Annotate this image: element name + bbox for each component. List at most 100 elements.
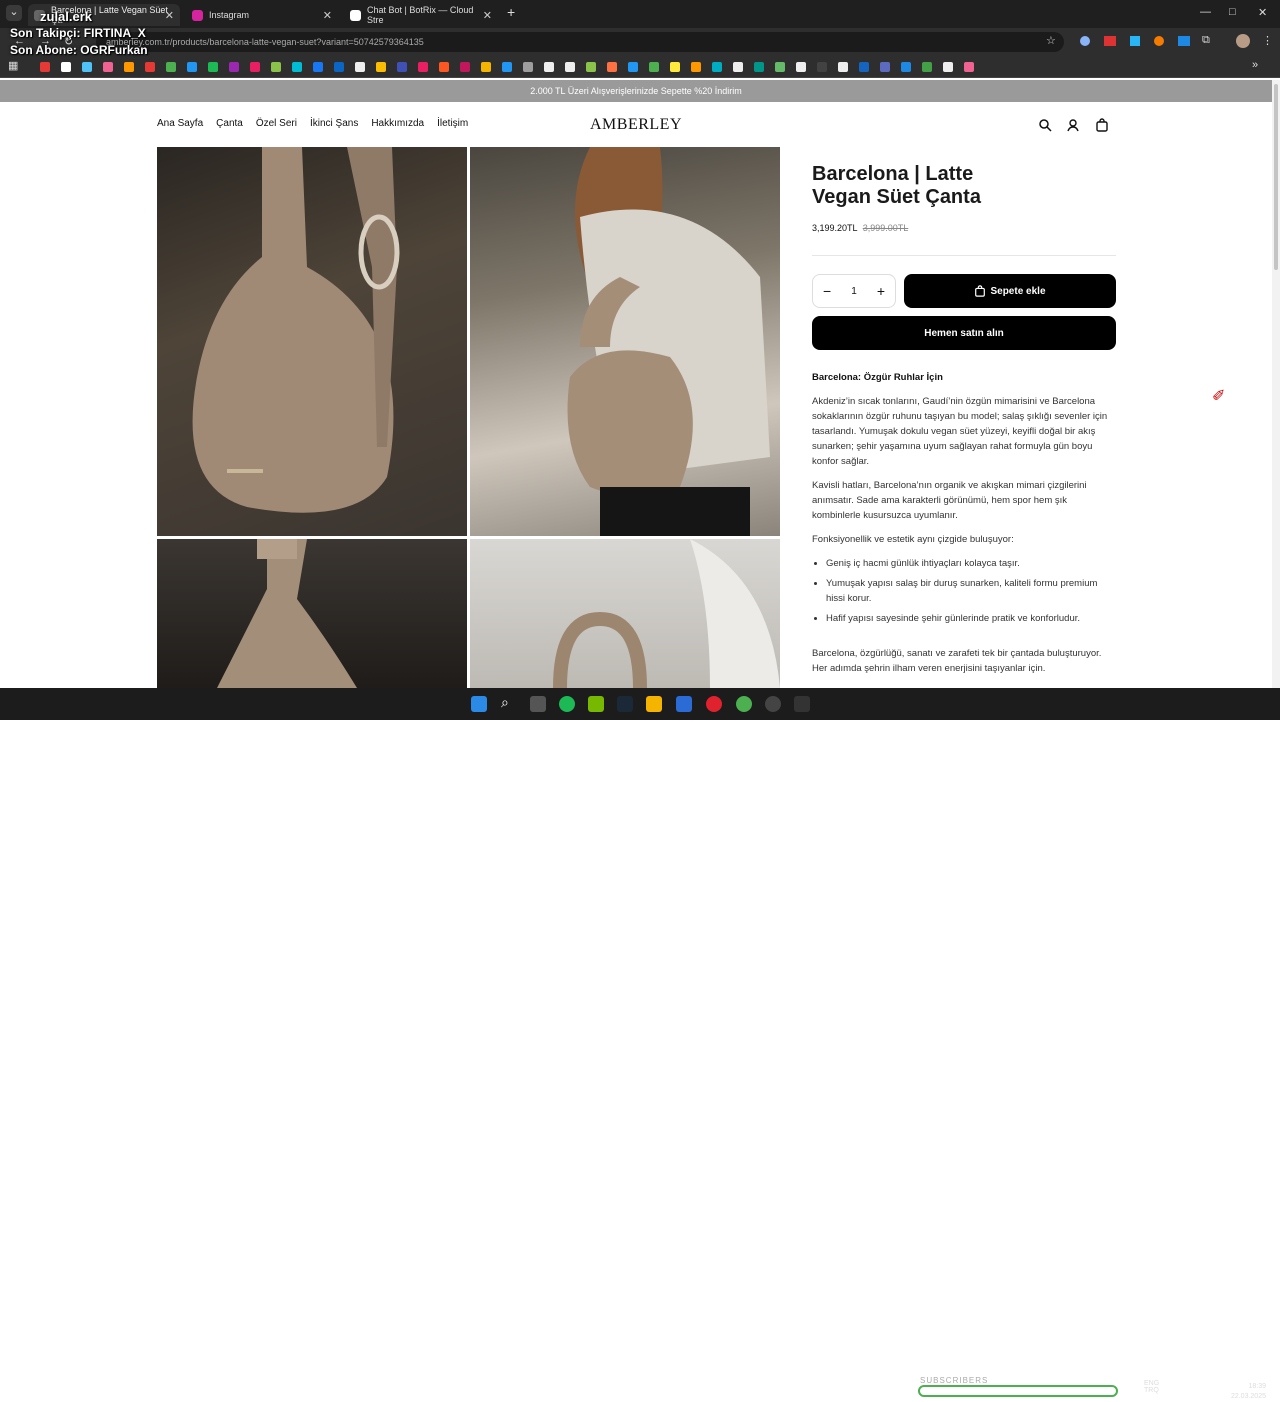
spotify-icon[interactable]	[559, 696, 575, 712]
steam-icon[interactable]	[617, 696, 633, 712]
bookmark-favicon-icon[interactable]	[376, 62, 386, 72]
bookmark-favicon-icon[interactable]	[607, 62, 617, 72]
bookmark-favicon-icon[interactable]	[124, 62, 134, 72]
site-logo[interactable]: AMBERLEY	[0, 116, 1272, 134]
product-photo-3[interactable]	[157, 539, 467, 688]
bookmark-favicon-icon[interactable]	[775, 62, 785, 72]
bookmark-favicon-icon[interactable]	[838, 62, 848, 72]
bookmark-favicon-icon[interactable]	[61, 62, 71, 72]
bookmark-favicon-icon[interactable]	[166, 62, 176, 72]
bookmark-favicon-icon[interactable]	[754, 62, 764, 72]
tab-instagram[interactable]: Instagram ✕	[186, 4, 338, 26]
bookmark-favicon-icon[interactable]	[523, 62, 533, 72]
extension-icon[interactable]	[1080, 36, 1090, 46]
nvidia-icon[interactable]	[588, 696, 604, 712]
bookmark-favicon-icon[interactable]	[733, 62, 743, 72]
bookmark-favicon-icon[interactable]	[40, 62, 50, 72]
scrollbar-thumb[interactable]	[1274, 84, 1278, 270]
close-tab-icon[interactable]: ✕	[483, 9, 492, 22]
bag-detail-illustration	[553, 539, 780, 688]
tab-botrix[interactable]: Chat Bot | BotRix — Cloud Stre ✕	[344, 4, 498, 26]
extension-icon[interactable]	[1130, 36, 1140, 46]
bookmark-favicon-icon[interactable]	[292, 62, 302, 72]
file-explorer-icon[interactable]	[646, 696, 662, 712]
product-photo-1[interactable]	[157, 147, 467, 536]
bookmark-favicon-icon[interactable]	[544, 62, 554, 72]
extension-icon[interactable]	[1178, 36, 1190, 46]
add-to-cart-button[interactable]: Sepete ekle	[904, 274, 1116, 308]
last-subscriber: Son Abone: OGRFurkan	[10, 43, 148, 57]
app-icon[interactable]	[706, 696, 722, 712]
bookmark-star-icon[interactable]: ☆	[1046, 34, 1056, 47]
bookmark-favicon-icon[interactable]	[271, 62, 281, 72]
new-tab-icon[interactable]: +	[507, 4, 515, 20]
floating-widget-icon[interactable]: ✐	[1212, 386, 1225, 406]
bookmark-favicon-icon[interactable]	[649, 62, 659, 72]
bookmark-favicon-icon[interactable]	[922, 62, 932, 72]
product-photo-4[interactable]	[470, 539, 780, 688]
store-icon[interactable]	[676, 696, 692, 712]
cart-icon[interactable]	[1095, 118, 1109, 132]
bookmark-favicon-icon[interactable]	[817, 62, 827, 72]
bookmark-favicon-icon[interactable]	[355, 62, 365, 72]
avatar[interactable]	[1236, 34, 1250, 48]
bookmark-favicon-icon[interactable]	[880, 62, 890, 72]
bookmark-favicon-icon[interactable]	[208, 62, 218, 72]
chrome-icon[interactable]	[736, 696, 752, 712]
account-icon[interactable]	[1066, 118, 1080, 132]
bookmark-favicon-icon[interactable]	[229, 62, 239, 72]
bookmark-favicon-icon[interactable]	[460, 62, 470, 72]
bookmark-favicon-icon[interactable]	[313, 62, 323, 72]
url-input[interactable]: amberley.com.tr/products/barcelona-latte…	[96, 32, 1064, 52]
close-window-icon[interactable]: ✕	[1258, 6, 1267, 19]
quantity-value[interactable]: 1	[851, 286, 857, 297]
app-icon[interactable]	[794, 696, 810, 712]
search-icon[interactable]	[1038, 118, 1052, 132]
system-clock[interactable]: 18:39 22.03.2025	[1231, 1382, 1266, 1402]
bookmark-favicon-icon[interactable]	[418, 62, 428, 72]
task-view-icon[interactable]	[530, 696, 546, 712]
more-bookmarks-icon[interactable]: »	[1252, 59, 1258, 71]
bookmark-favicon-icon[interactable]	[796, 62, 806, 72]
scrollbar[interactable]	[1272, 80, 1280, 688]
close-tab-icon[interactable]: ✕	[165, 9, 174, 22]
close-tab-icon[interactable]: ✕	[323, 9, 332, 22]
search-icon[interactable]: ⌕	[501, 694, 517, 710]
region-indicator[interactable]: TRQ	[1144, 1387, 1159, 1394]
bookmark-favicon-icon[interactable]	[145, 62, 155, 72]
product-photo-2[interactable]	[470, 147, 780, 536]
bookmark-favicon-icon[interactable]	[502, 62, 512, 72]
bookmark-favicon-icon[interactable]	[943, 62, 953, 72]
bookmark-favicon-icon[interactable]	[670, 62, 680, 72]
extensions-puzzle-icon[interactable]: ⧉	[1202, 34, 1210, 47]
menu-dots-icon[interactable]: ⋮	[1262, 34, 1273, 47]
apps-grid-icon[interactable]: ▦	[8, 59, 18, 72]
bookmark-favicon-icon[interactable]	[565, 62, 575, 72]
extension-icon[interactable]	[1154, 36, 1164, 46]
buy-now-button[interactable]: Hemen satın alın	[812, 316, 1116, 350]
increase-quantity-button[interactable]: +	[877, 283, 885, 299]
decrease-quantity-button[interactable]: −	[823, 283, 831, 299]
bookmark-favicon-icon[interactable]	[586, 62, 596, 72]
bookmark-favicon-icon[interactable]	[250, 62, 260, 72]
bookmark-favicon-icon[interactable]	[334, 62, 344, 72]
language-indicator[interactable]: ENG	[1144, 1380, 1159, 1387]
bookmark-favicon-icon[interactable]	[901, 62, 911, 72]
bookmark-favicon-icon[interactable]	[691, 62, 701, 72]
bookmark-favicon-icon[interactable]	[103, 62, 113, 72]
bookmark-favicon-icon[interactable]	[628, 62, 638, 72]
bookmark-favicon-icon[interactable]	[439, 62, 449, 72]
maximize-icon[interactable]: □	[1229, 6, 1236, 18]
bookmark-favicon-icon[interactable]	[82, 62, 92, 72]
minimize-icon[interactable]: —	[1200, 6, 1211, 18]
bookmark-favicon-icon[interactable]	[859, 62, 869, 72]
bookmark-favicon-icon[interactable]	[481, 62, 491, 72]
extension-icon[interactable]	[1104, 36, 1116, 46]
bookmark-favicon-icon[interactable]	[187, 62, 197, 72]
obs-icon[interactable]	[765, 696, 781, 712]
bookmark-favicon-icon[interactable]	[712, 62, 722, 72]
start-icon[interactable]	[471, 696, 487, 712]
bookmark-favicon-icon[interactable]	[964, 62, 974, 72]
bookmark-favicon-icon[interactable]	[397, 62, 407, 72]
description-paragraph: Akdeniz’in sıcak tonlarını, Gaudí’nin öz…	[812, 396, 1108, 467]
